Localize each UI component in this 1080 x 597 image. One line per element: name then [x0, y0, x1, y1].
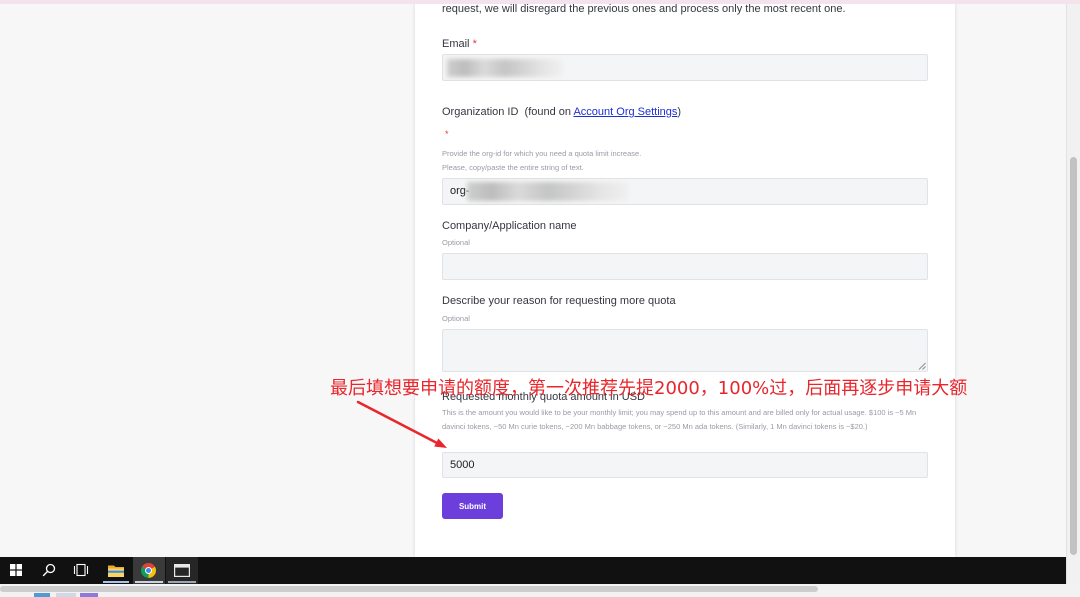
org-id-help-line-1: Provide the org-id for which you need a … [442, 149, 642, 158]
account-org-settings-link[interactable]: Account Org Settings [573, 106, 677, 118]
task-view-icon [73, 563, 89, 577]
email-label-text: Email [442, 38, 470, 50]
reason-textarea[interactable] [442, 329, 928, 372]
file-explorer-active-indicator [103, 581, 129, 583]
terminal-active-indicator [168, 581, 196, 583]
redacted-email-value [447, 59, 563, 77]
org-id-label-suffix: ) [677, 106, 682, 118]
email-label: Email * [442, 37, 477, 51]
org-id-label: Organization ID (found on Account Org Se… [442, 105, 681, 119]
intro-text: request, we will disregard the previous … [442, 3, 846, 15]
terminal-icon [174, 564, 190, 577]
reason-label: Describe your reason for requesting more… [442, 295, 676, 307]
org-id-help-line-2: Please, copy/paste the entire string of … [442, 163, 584, 172]
resize-handle-icon[interactable] [918, 362, 926, 370]
company-optional-hint: Optional [442, 238, 470, 247]
file-explorer-icon [108, 565, 124, 577]
partial-icon [34, 593, 50, 597]
search-icon [42, 563, 56, 577]
submit-button[interactable]: Submit [442, 493, 503, 519]
browser-top-strip [0, 0, 1080, 4]
org-id-label-prefix: Organization ID (found on [442, 106, 574, 118]
quota-amount-input[interactable] [442, 452, 928, 478]
partial-icon [56, 593, 76, 597]
company-label: Company/Application name [442, 220, 577, 232]
windows-start-icon [10, 564, 22, 576]
chrome-icon [141, 563, 156, 578]
horizontal-scrollbar-thumb[interactable] [0, 586, 818, 592]
org-id-required-mark: * [445, 129, 449, 139]
redacted-org-id-value [467, 182, 629, 201]
reason-optional-hint: Optional [442, 314, 470, 323]
company-field[interactable] [442, 253, 928, 280]
vertical-scrollbar-thumb[interactable] [1070, 157, 1077, 555]
annotation-text: 最后填想要申请的额度，第一次推荐先提2000，100%过，后面再逐步申请大额 [330, 378, 968, 399]
partial-icon [80, 593, 98, 597]
chrome-active-indicator [135, 581, 163, 583]
required-mark: * [472, 38, 477, 50]
quota-help-text: This is the amount you would like to be … [442, 408, 917, 431]
